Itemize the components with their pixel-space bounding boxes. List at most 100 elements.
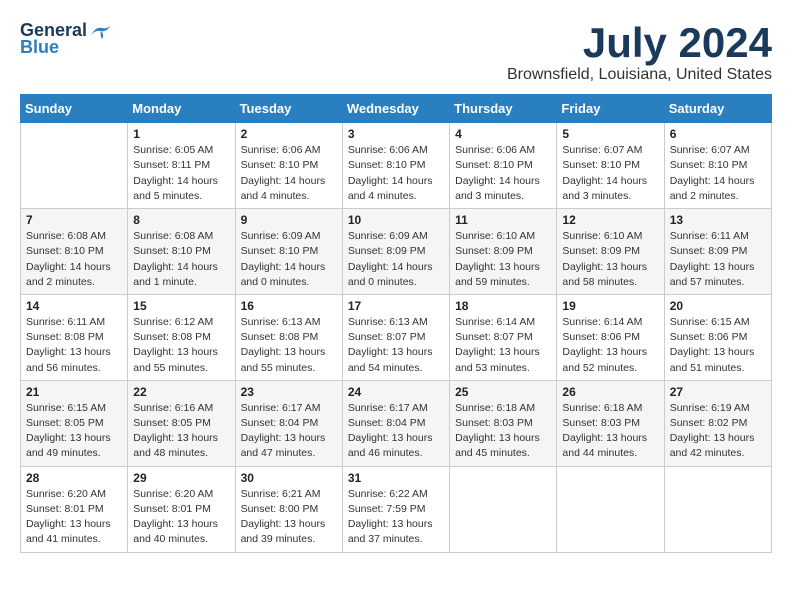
day-number: 17 — [348, 299, 444, 313]
day-number: 3 — [348, 127, 444, 141]
day-info: Sunrise: 6:09 AM Sunset: 8:09 PM Dayligh… — [348, 229, 444, 290]
day-number: 24 — [348, 385, 444, 399]
table-row: 20 Sunrise: 6:15 AM Sunset: 8:06 PM Dayli… — [664, 294, 771, 380]
day-info: Sunrise: 6:08 AM Sunset: 8:10 PM Dayligh… — [26, 229, 122, 290]
table-row: 27 Sunrise: 6:19 AM Sunset: 8:02 PM Dayli… — [664, 380, 771, 466]
header-thursday: Thursday — [450, 95, 557, 123]
day-info: Sunrise: 6:14 AM Sunset: 8:06 PM Dayligh… — [562, 315, 658, 376]
day-number: 28 — [26, 471, 122, 485]
table-row — [664, 466, 771, 552]
day-number: 19 — [562, 299, 658, 313]
day-number: 5 — [562, 127, 658, 141]
day-info: Sunrise: 6:20 AM Sunset: 8:01 PM Dayligh… — [133, 487, 229, 548]
table-row — [21, 123, 128, 209]
header-saturday: Saturday — [664, 95, 771, 123]
day-info: Sunrise: 6:06 AM Sunset: 8:10 PM Dayligh… — [348, 143, 444, 204]
day-number: 10 — [348, 213, 444, 227]
day-info: Sunrise: 6:16 AM Sunset: 8:05 PM Dayligh… — [133, 401, 229, 462]
day-info: Sunrise: 6:15 AM Sunset: 8:06 PM Dayligh… — [670, 315, 766, 376]
table-row: 26 Sunrise: 6:18 AM Sunset: 8:03 PM Dayli… — [557, 380, 664, 466]
header-monday: Monday — [128, 95, 235, 123]
table-row: 28 Sunrise: 6:20 AM Sunset: 8:01 PM Dayli… — [21, 466, 128, 552]
day-number: 1 — [133, 127, 229, 141]
calendar-week-row: 7 Sunrise: 6:08 AM Sunset: 8:10 PM Daylig… — [21, 209, 772, 295]
day-number: 13 — [670, 213, 766, 227]
day-number: 22 — [133, 385, 229, 399]
day-info: Sunrise: 6:06 AM Sunset: 8:10 PM Dayligh… — [241, 143, 337, 204]
day-info: Sunrise: 6:20 AM Sunset: 8:01 PM Dayligh… — [26, 487, 122, 548]
calendar-week-row: 28 Sunrise: 6:20 AM Sunset: 8:01 PM Dayli… — [21, 466, 772, 552]
table-row: 22 Sunrise: 6:16 AM Sunset: 8:05 PM Dayli… — [128, 380, 235, 466]
day-number: 15 — [133, 299, 229, 313]
day-number: 30 — [241, 471, 337, 485]
month-title: July 2024 — [507, 20, 772, 66]
table-row: 14 Sunrise: 6:11 AM Sunset: 8:08 PM Dayli… — [21, 294, 128, 380]
table-row: 18 Sunrise: 6:14 AM Sunset: 8:07 PM Dayli… — [450, 294, 557, 380]
day-number: 26 — [562, 385, 658, 399]
header-wednesday: Wednesday — [342, 95, 449, 123]
day-info: Sunrise: 6:08 AM Sunset: 8:10 PM Dayligh… — [133, 229, 229, 290]
day-number: 8 — [133, 213, 229, 227]
logo-blue-text: Blue — [20, 37, 59, 58]
day-info: Sunrise: 6:09 AM Sunset: 8:10 PM Dayligh… — [241, 229, 337, 290]
table-row: 25 Sunrise: 6:18 AM Sunset: 8:03 PM Dayli… — [450, 380, 557, 466]
day-number: 23 — [241, 385, 337, 399]
table-row: 15 Sunrise: 6:12 AM Sunset: 8:08 PM Dayli… — [128, 294, 235, 380]
day-number: 25 — [455, 385, 551, 399]
day-info: Sunrise: 6:10 AM Sunset: 8:09 PM Dayligh… — [562, 229, 658, 290]
logo-bird-icon — [89, 22, 111, 40]
table-row: 30Sunrise: 6:21 AM Sunset: 8:00 PM Dayli… — [235, 466, 342, 552]
weekday-header-row: Sunday Monday Tuesday Wednesday Thursday… — [21, 95, 772, 123]
table-row: 8 Sunrise: 6:08 AM Sunset: 8:10 PM Daylig… — [128, 209, 235, 295]
table-row: 23 Sunrise: 6:17 AM Sunset: 8:04 PM Dayli… — [235, 380, 342, 466]
day-number: 31 — [348, 471, 444, 485]
calendar-week-row: 21Sunrise: 6:15 AM Sunset: 8:05 PM Dayli… — [21, 380, 772, 466]
table-row: 13 Sunrise: 6:11 AM Sunset: 8:09 PM Dayli… — [664, 209, 771, 295]
day-number: 16 — [241, 299, 337, 313]
day-info: Sunrise: 6:19 AM Sunset: 8:02 PM Dayligh… — [670, 401, 766, 462]
day-number: 7 — [26, 213, 122, 227]
table-row: 6 Sunrise: 6:07 AM Sunset: 8:10 PM Daylig… — [664, 123, 771, 209]
day-info: Sunrise: 6:22 AM Sunset: 7:59 PM Dayligh… — [348, 487, 444, 548]
table-row: 1 Sunrise: 6:05 AM Sunset: 8:11 PM Daylig… — [128, 123, 235, 209]
day-number: 20 — [670, 299, 766, 313]
day-info: Sunrise: 6:11 AM Sunset: 8:09 PM Dayligh… — [670, 229, 766, 290]
calendar-table: Sunday Monday Tuesday Wednesday Thursday… — [20, 94, 772, 552]
day-number: 4 — [455, 127, 551, 141]
logo: General Blue — [20, 20, 111, 58]
day-info: Sunrise: 6:17 AM Sunset: 8:04 PM Dayligh… — [241, 401, 337, 462]
day-number: 14 — [26, 299, 122, 313]
header-tuesday: Tuesday — [235, 95, 342, 123]
table-row: 3 Sunrise: 6:06 AM Sunset: 8:10 PM Daylig… — [342, 123, 449, 209]
table-row: 11Sunrise: 6:10 AM Sunset: 8:09 PM Dayli… — [450, 209, 557, 295]
day-number: 2 — [241, 127, 337, 141]
day-number: 18 — [455, 299, 551, 313]
day-number: 27 — [670, 385, 766, 399]
table-row: 12 Sunrise: 6:10 AM Sunset: 8:09 PM Dayli… — [557, 209, 664, 295]
day-number: 6 — [670, 127, 766, 141]
day-info: Sunrise: 6:12 AM Sunset: 8:08 PM Dayligh… — [133, 315, 229, 376]
page-header: General Blue July 2024 Brownsfield, Loui… — [20, 20, 772, 84]
table-row: 24Sunrise: 6:17 AM Sunset: 8:04 PM Dayli… — [342, 380, 449, 466]
calendar-week-row: 14 Sunrise: 6:11 AM Sunset: 8:08 PM Dayli… — [21, 294, 772, 380]
table-row: 7 Sunrise: 6:08 AM Sunset: 8:10 PM Daylig… — [21, 209, 128, 295]
title-block: July 2024 Brownsfield, Louisiana, United… — [507, 20, 772, 84]
table-row: 9Sunrise: 6:09 AM Sunset: 8:10 PM Daylig… — [235, 209, 342, 295]
table-row: 29 Sunrise: 6:20 AM Sunset: 8:01 PM Dayli… — [128, 466, 235, 552]
day-info: Sunrise: 6:07 AM Sunset: 8:10 PM Dayligh… — [562, 143, 658, 204]
table-row: 31 Sunrise: 6:22 AM Sunset: 7:59 PM Dayli… — [342, 466, 449, 552]
day-number: 29 — [133, 471, 229, 485]
day-info: Sunrise: 6:18 AM Sunset: 8:03 PM Dayligh… — [455, 401, 551, 462]
day-number: 21 — [26, 385, 122, 399]
table-row: 4Sunrise: 6:06 AM Sunset: 8:10 PM Daylig… — [450, 123, 557, 209]
location: Brownsfield, Louisiana, United States — [507, 66, 772, 84]
day-info: Sunrise: 6:07 AM Sunset: 8:10 PM Dayligh… — [670, 143, 766, 204]
calendar-week-row: 1 Sunrise: 6:05 AM Sunset: 8:11 PM Daylig… — [21, 123, 772, 209]
day-number: 12 — [562, 213, 658, 227]
day-info: Sunrise: 6:05 AM Sunset: 8:11 PM Dayligh… — [133, 143, 229, 204]
day-info: Sunrise: 6:11 AM Sunset: 8:08 PM Dayligh… — [26, 315, 122, 376]
day-info: Sunrise: 6:18 AM Sunset: 8:03 PM Dayligh… — [562, 401, 658, 462]
day-info: Sunrise: 6:10 AM Sunset: 8:09 PM Dayligh… — [455, 229, 551, 290]
day-info: Sunrise: 6:14 AM Sunset: 8:07 PM Dayligh… — [455, 315, 551, 376]
table-row — [450, 466, 557, 552]
